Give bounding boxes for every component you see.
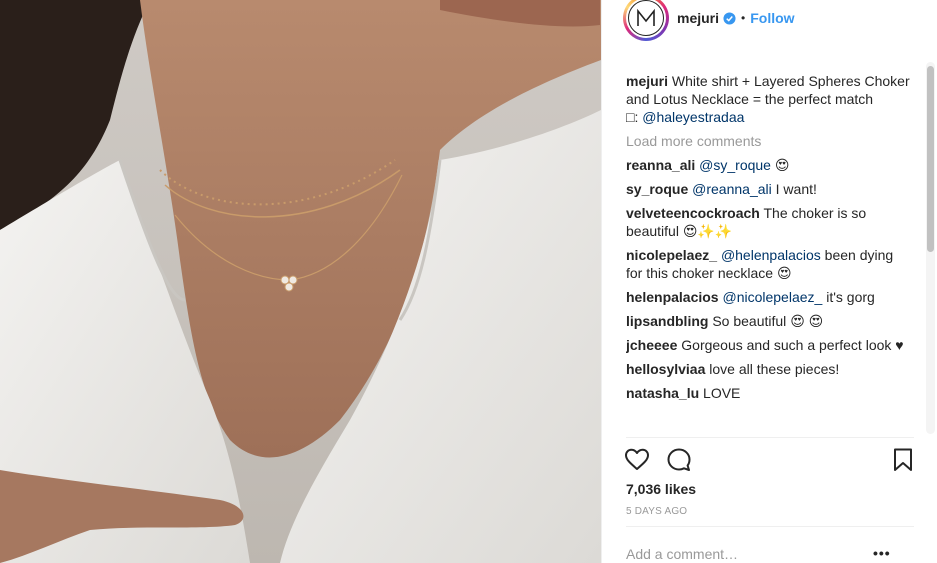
comment-text: love all these pieces! — [709, 361, 840, 377]
comments-list[interactable]: mejuri White shirt + Layered Spheres Cho… — [626, 72, 912, 437]
like-count[interactable]: 7,036 likes — [626, 481, 696, 497]
heart-icon[interactable] — [624, 447, 650, 473]
comment-username[interactable]: lipsandbling — [626, 313, 708, 329]
comment-mention[interactable]: @sy_roque — [699, 157, 771, 173]
pendant-stone-3 — [284, 282, 294, 292]
avatar-frame — [626, 0, 666, 38]
bookmark-icon[interactable] — [890, 447, 916, 473]
comment-item: jcheeee Gorgeous and such a perfect look… — [626, 336, 912, 354]
caption-tag-mention[interactable]: @haleyestradaa — [642, 109, 744, 125]
comment-text: it's gorg — [826, 289, 875, 305]
post-caption: mejuri White shirt + Layered Spheres Cho… — [626, 72, 912, 126]
post-photo[interactable] — [0, 0, 601, 563]
divider — [626, 526, 914, 527]
comment-text: Gorgeous and such a perfect look ♥ — [681, 337, 904, 353]
comment-username[interactable]: sy_roque — [626, 181, 688, 197]
header-username[interactable]: mejuri — [677, 10, 719, 26]
comment-text: So beautiful — [712, 313, 787, 329]
comment-username[interactable]: nicolepelaez_ — [626, 247, 717, 263]
caption-text: White shirt + Layered Spheres Choker and… — [626, 73, 910, 107]
post-actions — [624, 447, 920, 475]
comment-item: velveteencockroach The choker is so beau… — [626, 204, 912, 240]
comment-icon[interactable] — [666, 447, 692, 473]
photo-illustration — [0, 0, 601, 563]
comment-username[interactable]: helenpalacios — [626, 289, 719, 305]
comments-scrollbar[interactable] — [926, 62, 935, 434]
scrollbar-thumb[interactable] — [927, 66, 934, 252]
comment-text: I want! — [775, 181, 817, 197]
load-more-comments-button[interactable]: Load more comments — [626, 132, 912, 150]
comment-item: helenpalacios @nicolepelaez_ it's gorg — [626, 288, 912, 306]
comment-username[interactable]: natasha_lu — [626, 385, 699, 401]
more-options-button[interactable]: ••• — [873, 545, 891, 561]
post-date: 5 DAYS AGO — [626, 506, 688, 517]
caption-username[interactable]: mejuri — [626, 73, 668, 89]
comment-item: natasha_lu LOVE — [626, 384, 912, 402]
comment-username[interactable]: velveteencockroach — [626, 205, 760, 221]
comment-mention[interactable]: @helenpalacios — [721, 247, 821, 263]
post-side-panel: mejuri • Follow mejuri White shirt + Lay… — [601, 0, 937, 563]
post-header: mejuri • Follow — [602, 0, 937, 66]
comment-item: sy_roque @reanna_ali I want! — [626, 180, 912, 198]
avatar[interactable] — [623, 0, 669, 41]
caption-tag-prefix: □: — [626, 109, 639, 125]
instagram-post: mejuri • Follow mejuri White shirt + Lay… — [0, 0, 937, 563]
comment-item: reanna_ali @sy_roque 😍 — [626, 156, 912, 174]
add-comment-input[interactable] — [626, 545, 876, 563]
header-user-line: mejuri • Follow — [677, 10, 795, 26]
avatar-logo — [628, 0, 664, 36]
mejuri-logo-icon — [637, 8, 655, 26]
emoji-icon: 😍 — [774, 157, 790, 173]
verified-badge-icon — [723, 11, 736, 25]
comment-mention[interactable]: @nicolepelaez_ — [722, 289, 822, 305]
emoji-icon: 😍 — [776, 265, 792, 281]
comment-item: lipsandbling So beautiful 😍 😍 — [626, 312, 912, 330]
comment-item: hellosylviaa love all these pieces! — [626, 360, 912, 378]
divider — [626, 437, 914, 438]
comment-item: nicolepelaez_ @helenpalacios been dying … — [626, 246, 912, 282]
comment-username[interactable]: reanna_ali — [626, 157, 695, 173]
comment-username[interactable]: hellosylviaa — [626, 361, 705, 377]
comment-text: LOVE — [703, 385, 741, 401]
emoji-icon: 😍✨✨ — [682, 223, 733, 239]
emoji-icon: 😍 😍 — [790, 313, 824, 329]
header-separator: • — [741, 11, 746, 25]
comment-mention[interactable]: @reanna_ali — [692, 181, 772, 197]
follow-button[interactable]: Follow — [750, 10, 794, 26]
comment-username[interactable]: jcheeee — [626, 337, 677, 353]
